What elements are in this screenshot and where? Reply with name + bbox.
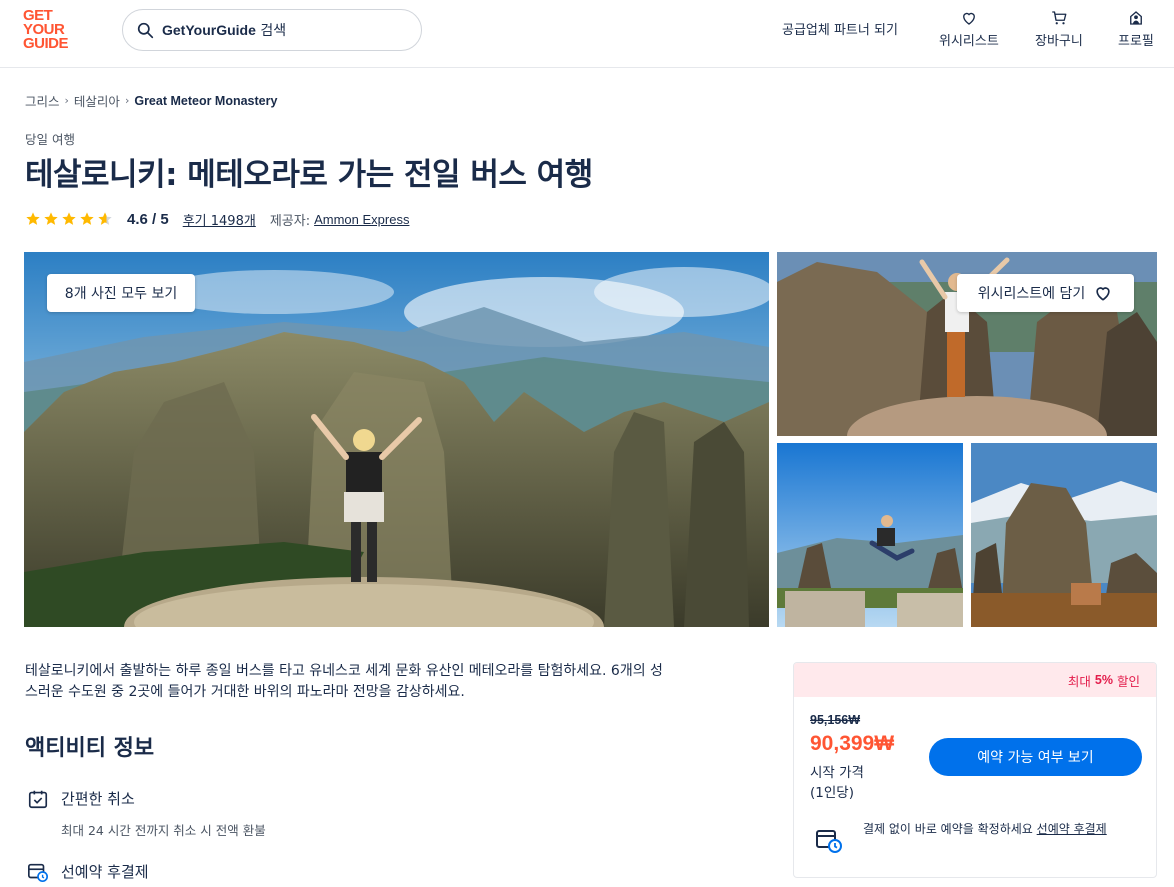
star-icon xyxy=(44,212,58,225)
calendar-check-icon xyxy=(28,790,48,809)
feature-free-cancellation: 간편한 취소 xyxy=(27,788,135,810)
discounted-price: 90,399₩ xyxy=(810,732,895,755)
search-bar[interactable]: GetYourGuide 검색 xyxy=(122,9,422,51)
photo-man-jumping[interactable] xyxy=(777,443,963,627)
add-to-wishlist-label: 위시리스트에 담기 xyxy=(977,286,1086,302)
page-title: 테살로니키: 메테오라로 가는 전일 버스 여행 xyxy=(25,157,593,193)
chevron-right-icon: › xyxy=(64,94,69,107)
reserve-now-pay-later-note: 결제 없이 바로 예약을 확정하세요 선예약 후결제 xyxy=(863,820,1143,839)
photo-monastery-cliff[interactable] xyxy=(971,443,1157,627)
description-line-1: 테살로니키에서 출발하는 하루 종일 버스를 타고 유네스코 세계 문화 유산인… xyxy=(25,663,663,679)
breadcrumb-greece[interactable]: 그리스 xyxy=(25,91,60,110)
discount-suffix: 할인 xyxy=(1116,673,1140,689)
feature-free-cancellation-title: 간편한 취소 xyxy=(61,790,135,808)
calendar-clock-icon xyxy=(28,863,48,882)
feature-reserve-now-pay-later-title: 선예약 후결제 xyxy=(61,863,149,881)
nav-wishlist[interactable]: 위시리스트 xyxy=(939,9,999,49)
nav-cart[interactable]: 장바구니 xyxy=(1035,9,1083,49)
original-price: 95,156₩ xyxy=(810,713,861,727)
rating-stars xyxy=(25,211,113,227)
breadcrumb: 그리스 › 테살리아 › Great Meteor Monastery xyxy=(25,91,277,110)
reserve-note-text: 결제 없이 바로 예약을 확정하세요 xyxy=(863,822,1033,836)
discount-prefix: 최대 xyxy=(1067,673,1091,689)
rating-value: 4.6 / 5 xyxy=(127,210,169,228)
star-icon xyxy=(98,212,112,225)
search-placeholder-word: 검색 xyxy=(260,23,287,39)
description-line-2: 스러운 수도원 중 2곳에 들어가 거대한 바위의 파노라마 전망을 감상하세요… xyxy=(25,684,465,700)
provider-label: 제공자: xyxy=(269,213,311,229)
nav-wishlist-label: 위시리스트 xyxy=(939,34,999,49)
feature-free-cancellation-detail: 최대 24 시간 전까지 취소 시 전액 환불 xyxy=(61,823,266,838)
logo-line-3: GUIDE xyxy=(23,35,69,52)
search-icon xyxy=(137,22,154,38)
activity-category: 당일 여행 xyxy=(25,132,75,147)
booking-panel: 최대 5% 할인 95,156₩ 90,399₩ 시작 가격 (1인당) 예약 … xyxy=(793,662,1157,878)
feature-reserve-now-pay-later: 선예약 후결제 xyxy=(27,861,149,883)
breadcrumb-current[interactable]: Great Meteor Monastery xyxy=(134,94,277,108)
nav-profile-label: 프로필 xyxy=(1118,34,1154,49)
check-availability-button[interactable]: 예약 가능 여부 보기 xyxy=(929,738,1142,776)
reserve-now-pay-later-link[interactable]: 선예약 후결제 xyxy=(1037,822,1107,836)
heart-icon xyxy=(1096,287,1110,301)
nav-cart-label: 장바구니 xyxy=(1035,34,1083,49)
star-icon xyxy=(80,212,94,225)
site-header: GET YOUR GUIDE GetYourGuide 검색 공급업체 파트너 … xyxy=(0,0,1174,68)
activity-description: 테살로니키에서 출발하는 하루 종일 버스를 타고 유네스코 세계 문화 유산인… xyxy=(25,661,765,703)
search-placeholder: GetYourGuide 검색 xyxy=(162,20,286,40)
per-person-label: (1인당) xyxy=(810,785,854,801)
star-icon xyxy=(26,212,40,225)
heart-icon xyxy=(962,12,975,25)
chevron-right-icon: › xyxy=(124,94,130,107)
cart-icon xyxy=(1052,11,1067,25)
add-to-wishlist-button[interactable]: 위시리스트에 담기 xyxy=(957,274,1134,312)
rating-row: 4.6 / 5 후기 1498개 제공자: Ammon Express xyxy=(25,209,409,229)
discount-banner: 최대 5% 할인 xyxy=(794,663,1156,697)
provider-link[interactable]: Ammon Express xyxy=(314,212,409,227)
discount-value: 5% xyxy=(1094,673,1113,687)
star-icon xyxy=(62,212,76,225)
become-partner-link[interactable]: 공급업체 파트너 되기 xyxy=(782,19,898,38)
nav-profile[interactable]: 프로필 xyxy=(1118,9,1154,49)
breadcrumb-thessaly[interactable]: 테살리아 xyxy=(74,91,120,110)
profile-icon xyxy=(1130,11,1142,25)
view-all-photos-button[interactable]: 8개 사진 모두 보기 xyxy=(47,274,195,312)
activity-info-heading: 액티비티 정보 xyxy=(25,736,155,761)
calendar-clock-icon xyxy=(816,830,842,853)
reviews-link[interactable]: 후기 1498개 xyxy=(183,210,256,229)
search-placeholder-brand: GetYourGuide xyxy=(162,22,256,38)
getyourguide-logo[interactable]: GET YOUR GUIDE xyxy=(23,8,79,53)
price-from-label: 시작 가격 xyxy=(810,765,864,781)
